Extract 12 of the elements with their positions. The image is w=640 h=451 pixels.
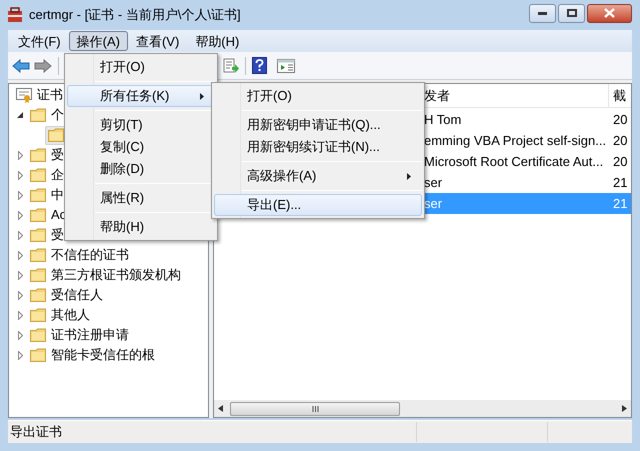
table-cell-text: ser: [424, 194, 442, 213]
window-title: certmgr - [证书 - 当前用户\个人\证书]: [29, 6, 241, 24]
table-cell-text: ser: [424, 174, 442, 192]
status-text: 导出证书: [10, 423, 62, 442]
table-cell-text: 20: [612, 132, 628, 150]
table-cell-text: 20: [612, 152, 628, 171]
table-cell-text: 20: [612, 110, 628, 129]
table-cell-text: H Tom: [424, 110, 462, 129]
table-cell-text: Microsoft Root Certificate Aut...: [424, 152, 604, 171]
table-cell-text: 21: [612, 194, 628, 213]
table-cell-text: emming VBA Project self-sign...: [424, 132, 606, 150]
table-cell-text: 21: [612, 174, 628, 192]
